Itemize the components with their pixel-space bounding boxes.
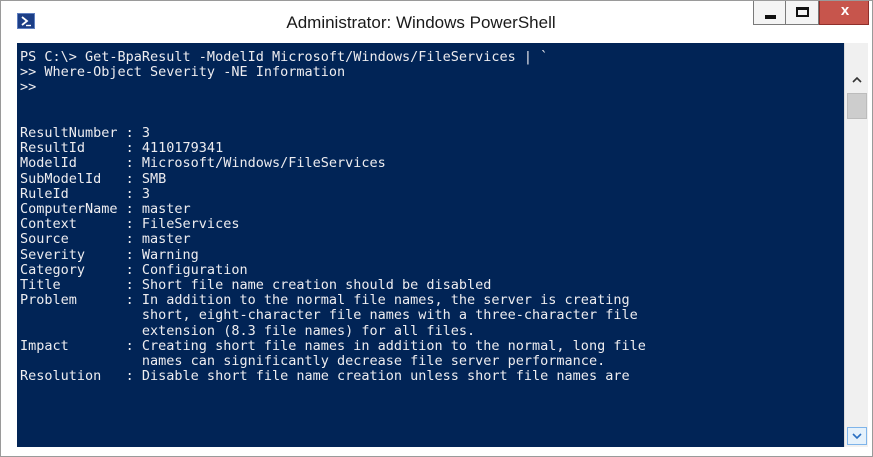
console-line: >>	[20, 79, 37, 96]
console-line: Resolution : Disable short file name cre…	[20, 368, 630, 385]
vertical-scrollbar[interactable]	[844, 43, 868, 447]
window-bottom-border	[17, 447, 868, 456]
maximize-icon	[796, 7, 809, 17]
console-line: Context : FileServices	[20, 216, 240, 233]
console-line: SubModelId : SMB	[20, 170, 167, 187]
scrollbar-thumb[interactable]	[847, 93, 867, 119]
console-line: Impact : Creating short file names in ad…	[20, 337, 646, 354]
close-icon: x	[840, 2, 850, 19]
console-area[interactable]: PS C:\> Get-BpaResult -ModelId Microsoft…	[17, 43, 844, 447]
console-line: Category : Configuration	[20, 261, 248, 278]
title-bar[interactable]: Administrator: Windows PowerShell x	[1, 1, 872, 43]
console-line: Title : Short file name creation should …	[20, 277, 492, 294]
console-line: Severity : Warning	[20, 246, 199, 263]
console-line: short, eight-character file names with a…	[20, 307, 638, 324]
close-button[interactable]: x	[819, 1, 869, 25]
console-line: PS C:\> Get-BpaResult -ModelId Microsoft…	[20, 49, 549, 65]
console-line: extension (8.3 file names) for all files…	[20, 322, 476, 339]
minimize-icon	[765, 15, 776, 19]
minimize-button[interactable]	[753, 1, 786, 25]
maximize-button[interactable]	[786, 1, 819, 25]
console-line: Problem : In addition to the normal file…	[20, 292, 630, 309]
console-line: ComputerName : master	[20, 201, 191, 218]
console-line: >> Where-Object Severity -NE Information	[20, 64, 346, 81]
scroll-up-arrow-icon	[852, 76, 862, 83]
console-line: ModelId : Microsoft/Windows/FileServices	[20, 155, 386, 172]
console-output[interactable]: PS C:\> Get-BpaResult -ModelId Microsoft…	[17, 43, 844, 384]
window-title: Administrator: Windows PowerShell	[286, 13, 556, 32]
scroll-down-arrow-icon	[852, 433, 862, 440]
powershell-window: Administrator: Windows PowerShell x PS C…	[0, 0, 873, 457]
console-line: Source : master	[20, 231, 191, 248]
scroll-down-button[interactable]	[847, 427, 867, 445]
console-line: ResultId : 4110179341	[20, 140, 224, 157]
console-line: names can significantly decrease file se…	[20, 353, 606, 370]
powershell-icon[interactable]	[17, 13, 35, 29]
console-line: ResultNumber : 3	[20, 125, 151, 142]
scroll-up-button[interactable]	[847, 71, 867, 89]
console-line: RuleId : 3	[20, 185, 151, 202]
